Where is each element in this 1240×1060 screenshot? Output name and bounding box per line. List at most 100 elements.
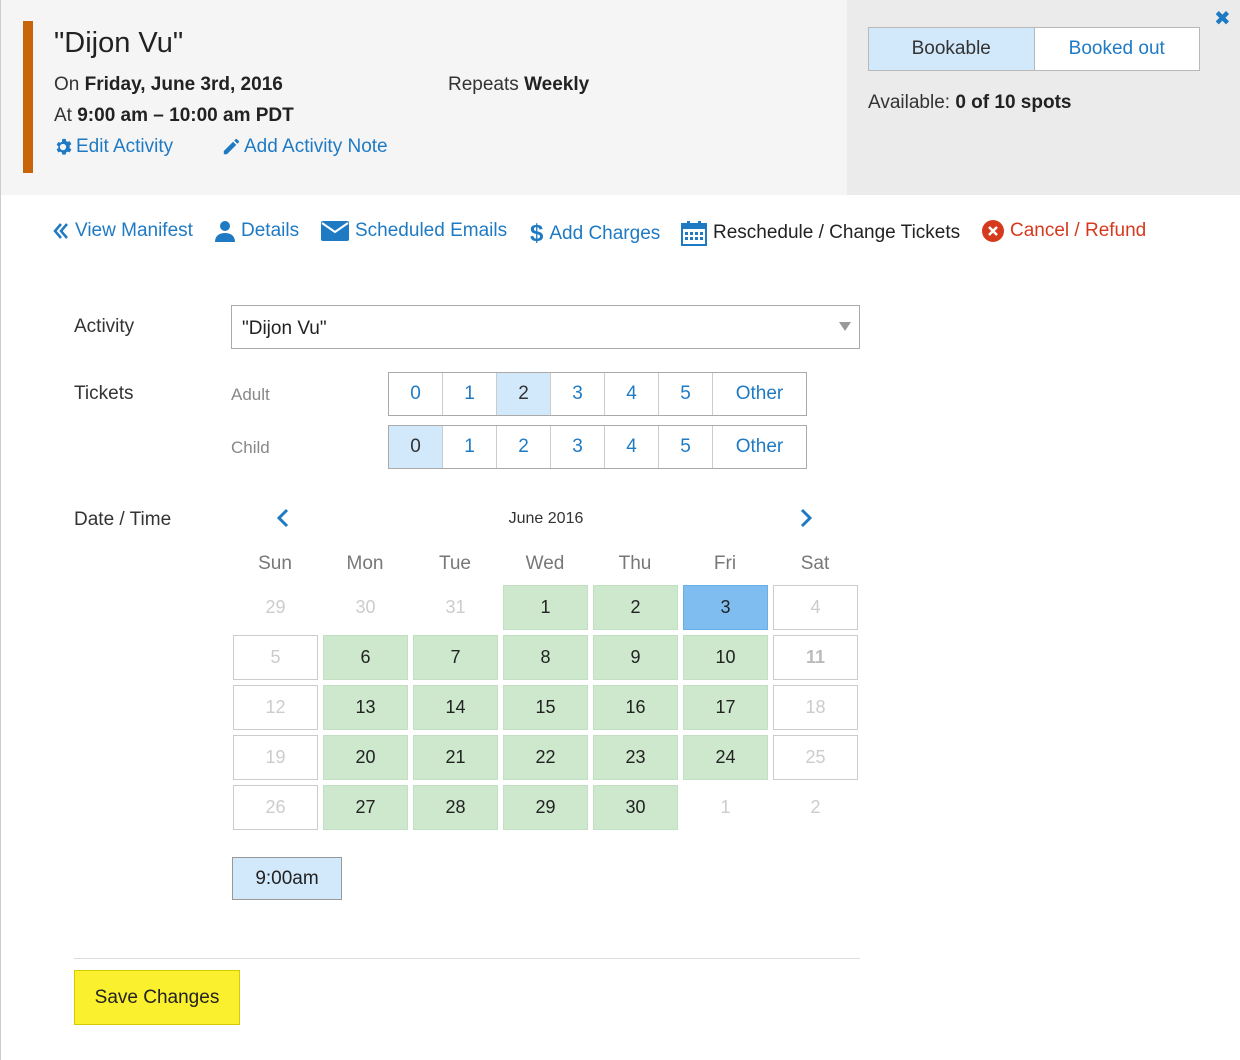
calendar-day: 29 (265, 597, 286, 617)
weekday-header: Sat (800, 553, 830, 574)
calendar-day[interactable]: 14 (413, 685, 498, 730)
calendar-day: 4 (773, 585, 858, 630)
adult-label: Adult (231, 385, 270, 404)
child-ticket-option[interactable]: 0 (389, 426, 443, 468)
calendar-day: 5 (233, 635, 318, 680)
gear-icon (56, 138, 72, 155)
activity-color-bar (23, 21, 33, 173)
booked-out-button[interactable]: Booked out (1034, 28, 1199, 70)
calendar-day: 31 (445, 597, 466, 617)
calendar-day[interactable]: 28 (413, 785, 498, 830)
left-border (0, 195, 1, 1060)
child-ticket-option[interactable]: 1 (443, 426, 497, 468)
calendar-day[interactable]: 24 (683, 735, 768, 780)
child-label: Child (231, 438, 270, 457)
adult-ticket-selector: 0 1 2 3 4 5 Other (388, 372, 807, 416)
save-changes-button[interactable]: Save Changes (74, 970, 240, 1025)
activity-header: "Dijon Vu" On Friday, June 3rd, 2016 Rep… (0, 0, 1240, 195)
user-icon (215, 221, 235, 242)
cancel-refund-label: Cancel / Refund (1010, 220, 1147, 241)
adult-ticket-option[interactable]: 0 (389, 373, 443, 415)
weekday-header: Sun (258, 553, 292, 574)
cancel-refund-link[interactable]: Cancel / Refund (982, 220, 1146, 242)
calendar-day: 1 (720, 797, 731, 817)
weekday-header: Mon (346, 553, 384, 574)
calendar-day[interactable]: 16 (593, 685, 678, 730)
adult-ticket-option[interactable]: 1 (443, 373, 497, 415)
weekday-header: Fri (713, 553, 737, 574)
details-link[interactable]: Details (215, 220, 299, 242)
child-ticket-option[interactable]: 4 (605, 426, 659, 468)
edit-activity-link[interactable]: Edit Activity (54, 136, 173, 158)
chevron-right-icon[interactable] (799, 508, 813, 533)
calendar-day: 19 (233, 735, 318, 780)
details-label: Details (241, 220, 300, 241)
calendar-day[interactable]: 7 (413, 635, 498, 680)
chevron-left-icon[interactable] (276, 508, 290, 533)
calendar-day: 25 (773, 735, 858, 780)
calendar-day: 18 (773, 685, 858, 730)
view-manifest-label: View Manifest (75, 220, 193, 241)
pencil-icon (223, 138, 240, 155)
calendar-day[interactable]: 20 (323, 735, 408, 780)
calendar-day[interactable]: 27 (323, 785, 408, 830)
add-charges-label: Add Charges (549, 223, 661, 244)
dollar-icon: $ (530, 220, 544, 247)
calendar-day[interactable]: 22 (503, 735, 588, 780)
calendar-day: 2 (810, 797, 821, 817)
calendar-day: 26 (233, 785, 318, 830)
adult-ticket-option[interactable]: 4 (605, 373, 659, 415)
scheduled-emails-label: Scheduled Emails (355, 220, 508, 241)
calendar-day[interactable]: 23 (593, 735, 678, 780)
calendar-day[interactable]: 30 (593, 785, 678, 830)
calendar-day[interactable]: 13 (323, 685, 408, 730)
double-chevron-left-icon (53, 223, 68, 239)
close-icon[interactable]: ✖ (1214, 6, 1231, 31)
weekday-header: Thu (618, 553, 652, 574)
activity-title: "Dijon Vu" (54, 27, 184, 59)
calendar-day-selected[interactable]: 3 (683, 585, 768, 630)
adult-ticket-option[interactable]: Other (713, 373, 806, 415)
envelope-icon (321, 221, 349, 241)
reschedule-link[interactable]: Reschedule / Change Tickets (681, 220, 960, 246)
adult-ticket-option[interactable]: 5 (659, 373, 713, 415)
tickets-label: Tickets (74, 383, 134, 404)
weekday-header: Wed (525, 553, 565, 574)
child-ticket-selector: 0 1 2 3 4 5 Other (388, 425, 807, 469)
calendar-day[interactable]: 9 (593, 635, 678, 680)
activity-select[interactable]: "Dijon Vu" (231, 305, 860, 349)
calendar-day[interactable]: 1 (503, 585, 588, 630)
activity-time: At 9:00 am – 10:00 am PDT (54, 105, 294, 126)
view-manifest-link[interactable]: View Manifest (53, 220, 193, 242)
child-ticket-option[interactable]: 5 (659, 426, 713, 468)
calendar-day[interactable]: 6 (323, 635, 408, 680)
scheduled-emails-link[interactable]: Scheduled Emails (321, 220, 507, 242)
calendar-day[interactable]: 15 (503, 685, 588, 730)
bookable-toggle: Bookable Booked out (868, 27, 1200, 71)
edit-activity-label: Edit Activity (76, 136, 174, 157)
calendar-icon (681, 221, 707, 246)
calendar-day[interactable]: 29 (503, 785, 588, 830)
bookable-button[interactable]: Bookable (869, 28, 1035, 70)
add-charges-link[interactable]: $ Add Charges (530, 220, 660, 248)
child-ticket-option[interactable]: 2 (497, 426, 551, 468)
calendar-month: June 2016 (508, 510, 584, 527)
calendar-day[interactable]: 10 (683, 635, 768, 680)
time-slot-button[interactable]: 9:00am (232, 857, 342, 900)
adult-ticket-option[interactable]: 3 (551, 373, 605, 415)
child-ticket-option[interactable]: Other (713, 426, 806, 468)
calendar-day: 11 (773, 635, 858, 680)
add-activity-note-link[interactable]: Add Activity Note (222, 136, 388, 158)
reschedule-label: Reschedule / Change Tickets (713, 222, 961, 243)
activity-date: On Friday, June 3rd, 2016 (54, 74, 283, 95)
calendar-day[interactable]: 21 (413, 735, 498, 780)
activity-label: Activity (74, 316, 135, 337)
adult-ticket-option[interactable]: 2 (497, 373, 551, 415)
calendar-day[interactable]: 8 (503, 635, 588, 680)
calendar-day: 12 (233, 685, 318, 730)
child-ticket-option[interactable]: 3 (551, 426, 605, 468)
activity-select-value: "Dijon Vu" (242, 318, 327, 339)
calendar-day[interactable]: 2 (593, 585, 678, 630)
activity-repeats: Repeats Weekly (448, 74, 590, 95)
calendar-day[interactable]: 17 (683, 685, 768, 730)
